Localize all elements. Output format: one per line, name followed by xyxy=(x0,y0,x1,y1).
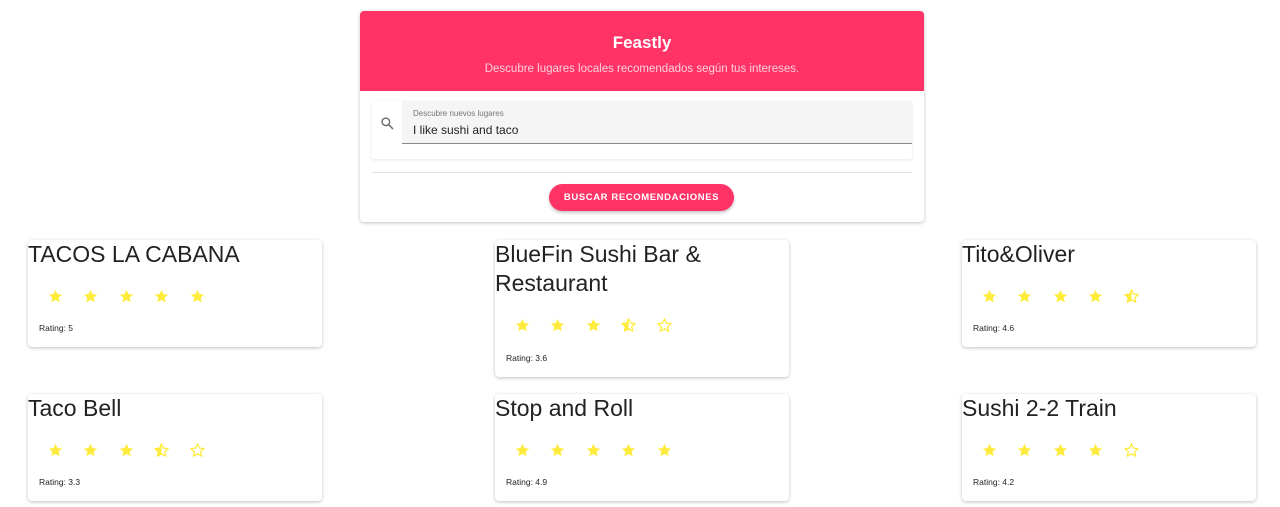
search-recommendations-button[interactable]: BUSCAR RECOMENDACIONES xyxy=(549,184,734,211)
rating-text: Rating: 3.6 xyxy=(506,353,548,363)
star-full-icon xyxy=(47,288,73,310)
result-title: Sushi 2-2 Train xyxy=(962,395,1117,421)
app-title: Feastly xyxy=(612,33,672,52)
star-full-icon xyxy=(549,442,575,464)
star-empty-icon xyxy=(1123,442,1149,464)
result-title: TACOS LA CABANA xyxy=(28,241,240,267)
star-full-icon xyxy=(514,317,540,339)
result-title: Tito&Oliver xyxy=(962,241,1075,267)
star-full-icon xyxy=(1016,288,1042,310)
result-card[interactable]: Taco Bell Rating: 3.3 xyxy=(28,394,322,501)
star-rating xyxy=(47,442,224,464)
rating-text: Rating: 5 xyxy=(39,323,74,333)
star-full-icon xyxy=(620,442,646,464)
search-input-label: Descubre nuevos lugares xyxy=(413,109,504,118)
star-full-icon xyxy=(1016,442,1042,464)
rating-text: Rating: 4.6 xyxy=(973,323,1015,333)
result-title: Stop and Roll xyxy=(495,395,634,421)
star-empty-icon xyxy=(656,317,682,339)
star-rating xyxy=(514,317,691,339)
star-full-icon xyxy=(82,442,108,464)
star-full-icon xyxy=(549,317,575,339)
divider xyxy=(372,172,912,173)
star-full-icon xyxy=(585,442,611,464)
app-subtitle: Descubre lugares locales recomendados se… xyxy=(484,63,800,75)
star-half-icon xyxy=(153,442,179,464)
star-rating xyxy=(981,288,1158,310)
star-full-icon xyxy=(1087,288,1113,310)
rating-text: Rating: 3.3 xyxy=(39,477,81,487)
star-half-icon xyxy=(1123,288,1149,310)
star-full-icon xyxy=(585,317,611,339)
star-rating xyxy=(514,442,691,464)
star-full-icon xyxy=(514,442,540,464)
search-panel: Feastly Descubre lugares locales recomen… xyxy=(360,11,924,222)
star-full-icon xyxy=(82,288,108,310)
star-full-icon xyxy=(153,288,179,310)
star-full-icon xyxy=(1087,442,1113,464)
result-card[interactable]: TACOS LA CABANA Rating: 5 xyxy=(28,240,322,347)
star-empty-icon xyxy=(189,442,215,464)
search-icon xyxy=(372,101,402,144)
star-full-icon xyxy=(1052,442,1078,464)
app-header: Feastly Descubre lugares locales recomen… xyxy=(360,11,924,91)
star-full-icon xyxy=(118,288,144,310)
search-input-value: I like sushi and taco xyxy=(413,123,519,137)
result-card[interactable]: Sushi 2-2 Train Rating: 4.2 xyxy=(962,394,1256,501)
star-full-icon xyxy=(981,442,1007,464)
star-rating xyxy=(981,442,1158,464)
result-card[interactable]: Tito&Oliver Rating: 4.6 xyxy=(962,240,1256,347)
result-title: BlueFin Sushi Bar & Restaurant xyxy=(495,241,701,296)
star-full-icon xyxy=(118,442,144,464)
result-card[interactable]: BlueFin Sushi Bar & Restaurant Rating: 3… xyxy=(495,240,789,377)
star-full-icon xyxy=(656,442,682,464)
star-rating xyxy=(47,288,224,310)
star-half-icon xyxy=(620,317,646,339)
star-full-icon xyxy=(189,288,215,310)
star-full-icon xyxy=(47,442,73,464)
rating-text: Rating: 4.2 xyxy=(973,477,1015,487)
search-box: Descubre nuevos lugares I like sushi and… xyxy=(372,101,912,159)
star-full-icon xyxy=(981,288,1007,310)
star-full-icon xyxy=(1052,288,1078,310)
result-card[interactable]: Stop and Roll Rating: 4.9 xyxy=(495,394,789,501)
search-input[interactable]: Descubre nuevos lugares I like sushi and… xyxy=(402,101,912,144)
result-title: Taco Bell xyxy=(28,395,122,421)
rating-text: Rating: 4.9 xyxy=(506,477,548,487)
